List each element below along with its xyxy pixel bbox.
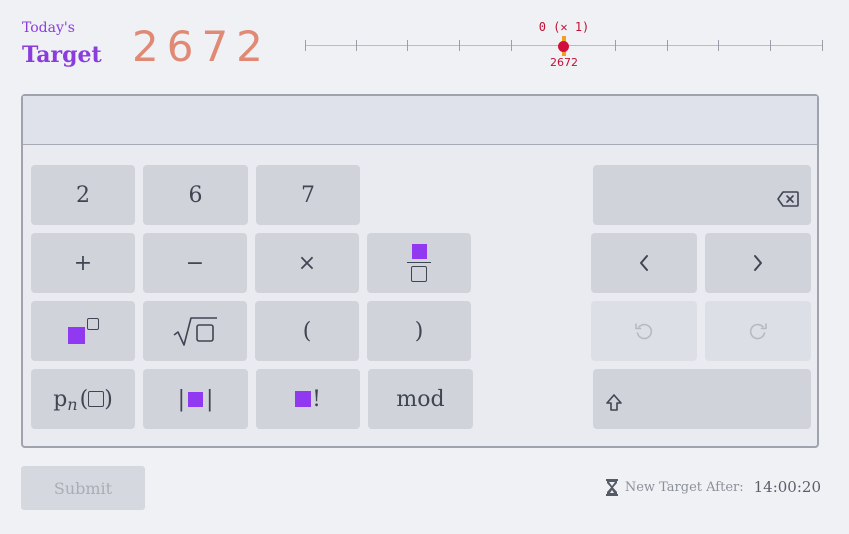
undo-icon <box>635 323 653 340</box>
number-key-6[interactable]: 6 <box>143 165 248 225</box>
chevron-right-icon <box>754 255 762 271</box>
redo-button[interactable] <box>705 301 811 361</box>
absolute-value-key[interactable]: | | <box>143 369 248 429</box>
sqrt-icon <box>173 317 217 346</box>
numerator-square-icon <box>411 243 427 259</box>
fraction-bar-icon <box>407 261 431 264</box>
fraction-key[interactable] <box>367 233 471 293</box>
marker-dot <box>558 41 569 52</box>
right-paren-key[interactable]: ) <box>367 301 471 361</box>
progress-scale: 0 (✕ 1) 2672 <box>305 20 823 75</box>
sqrt-key[interactable] <box>143 301 247 361</box>
factorial-key[interactable]: ! <box>256 369 360 429</box>
power-key[interactable] <box>31 301 135 361</box>
cursor-left-button[interactable] <box>591 233 697 293</box>
exponent-box-icon <box>86 318 99 330</box>
times-key[interactable]: × <box>255 233 359 293</box>
minus-key[interactable]: − <box>143 233 247 293</box>
timer: New Target After: 14:00:20 <box>605 478 821 496</box>
todays-label: Today's <box>22 20 75 36</box>
scale-tick <box>511 40 512 51</box>
scale-tick <box>407 40 408 51</box>
shift-button[interactable] <box>593 369 811 429</box>
left-paren-key[interactable]: ( <box>255 301 359 361</box>
scale-tick <box>667 40 668 51</box>
scale-tick <box>770 40 771 51</box>
factorial-square-icon <box>295 391 312 407</box>
marker-bottom-label: 2672 <box>550 56 578 69</box>
calculator-panel: 2 6 7 + − × ( ) p n () | | ! mod <box>21 94 819 448</box>
shift-arrow-icon <box>606 394 622 411</box>
scale-tick <box>718 40 719 51</box>
backspace-icon <box>777 191 799 207</box>
target-label: Target <box>22 42 102 68</box>
scale-tick <box>356 40 357 51</box>
scale-tick <box>822 40 823 51</box>
timer-value: 14:00:20 <box>753 478 821 496</box>
partition-p-label: p <box>53 386 68 412</box>
scale-tick <box>459 40 460 51</box>
hourglass-icon <box>605 478 618 496</box>
target-number: 2672 <box>132 22 271 71</box>
cursor-right-button[interactable] <box>705 233 811 293</box>
argument-box-icon <box>88 391 105 407</box>
expression-display[interactable] <box>23 96 817 145</box>
submit-button[interactable]: Submit <box>21 466 145 510</box>
backspace-button[interactable] <box>593 165 811 225</box>
number-key-7[interactable]: 7 <box>256 165 360 225</box>
partition-function-key[interactable]: p n() <box>31 369 135 429</box>
plus-key[interactable]: + <box>31 233 135 293</box>
marker-top-label: 0 (✕ 1) <box>538 20 590 34</box>
base-square-icon <box>67 326 85 344</box>
denominator-box-icon <box>411 266 427 283</box>
chevron-left-icon <box>640 255 648 271</box>
undo-button[interactable] <box>591 301 697 361</box>
redo-icon <box>749 323 767 340</box>
number-key-2[interactable]: 2 <box>31 165 135 225</box>
abs-square-icon <box>188 391 203 407</box>
partition-n-label: n <box>67 394 78 414</box>
timer-label: New Target After: <box>624 479 744 495</box>
scale-tick <box>305 40 306 51</box>
scale-tick <box>615 40 616 51</box>
mod-key[interactable]: mod <box>368 369 473 429</box>
